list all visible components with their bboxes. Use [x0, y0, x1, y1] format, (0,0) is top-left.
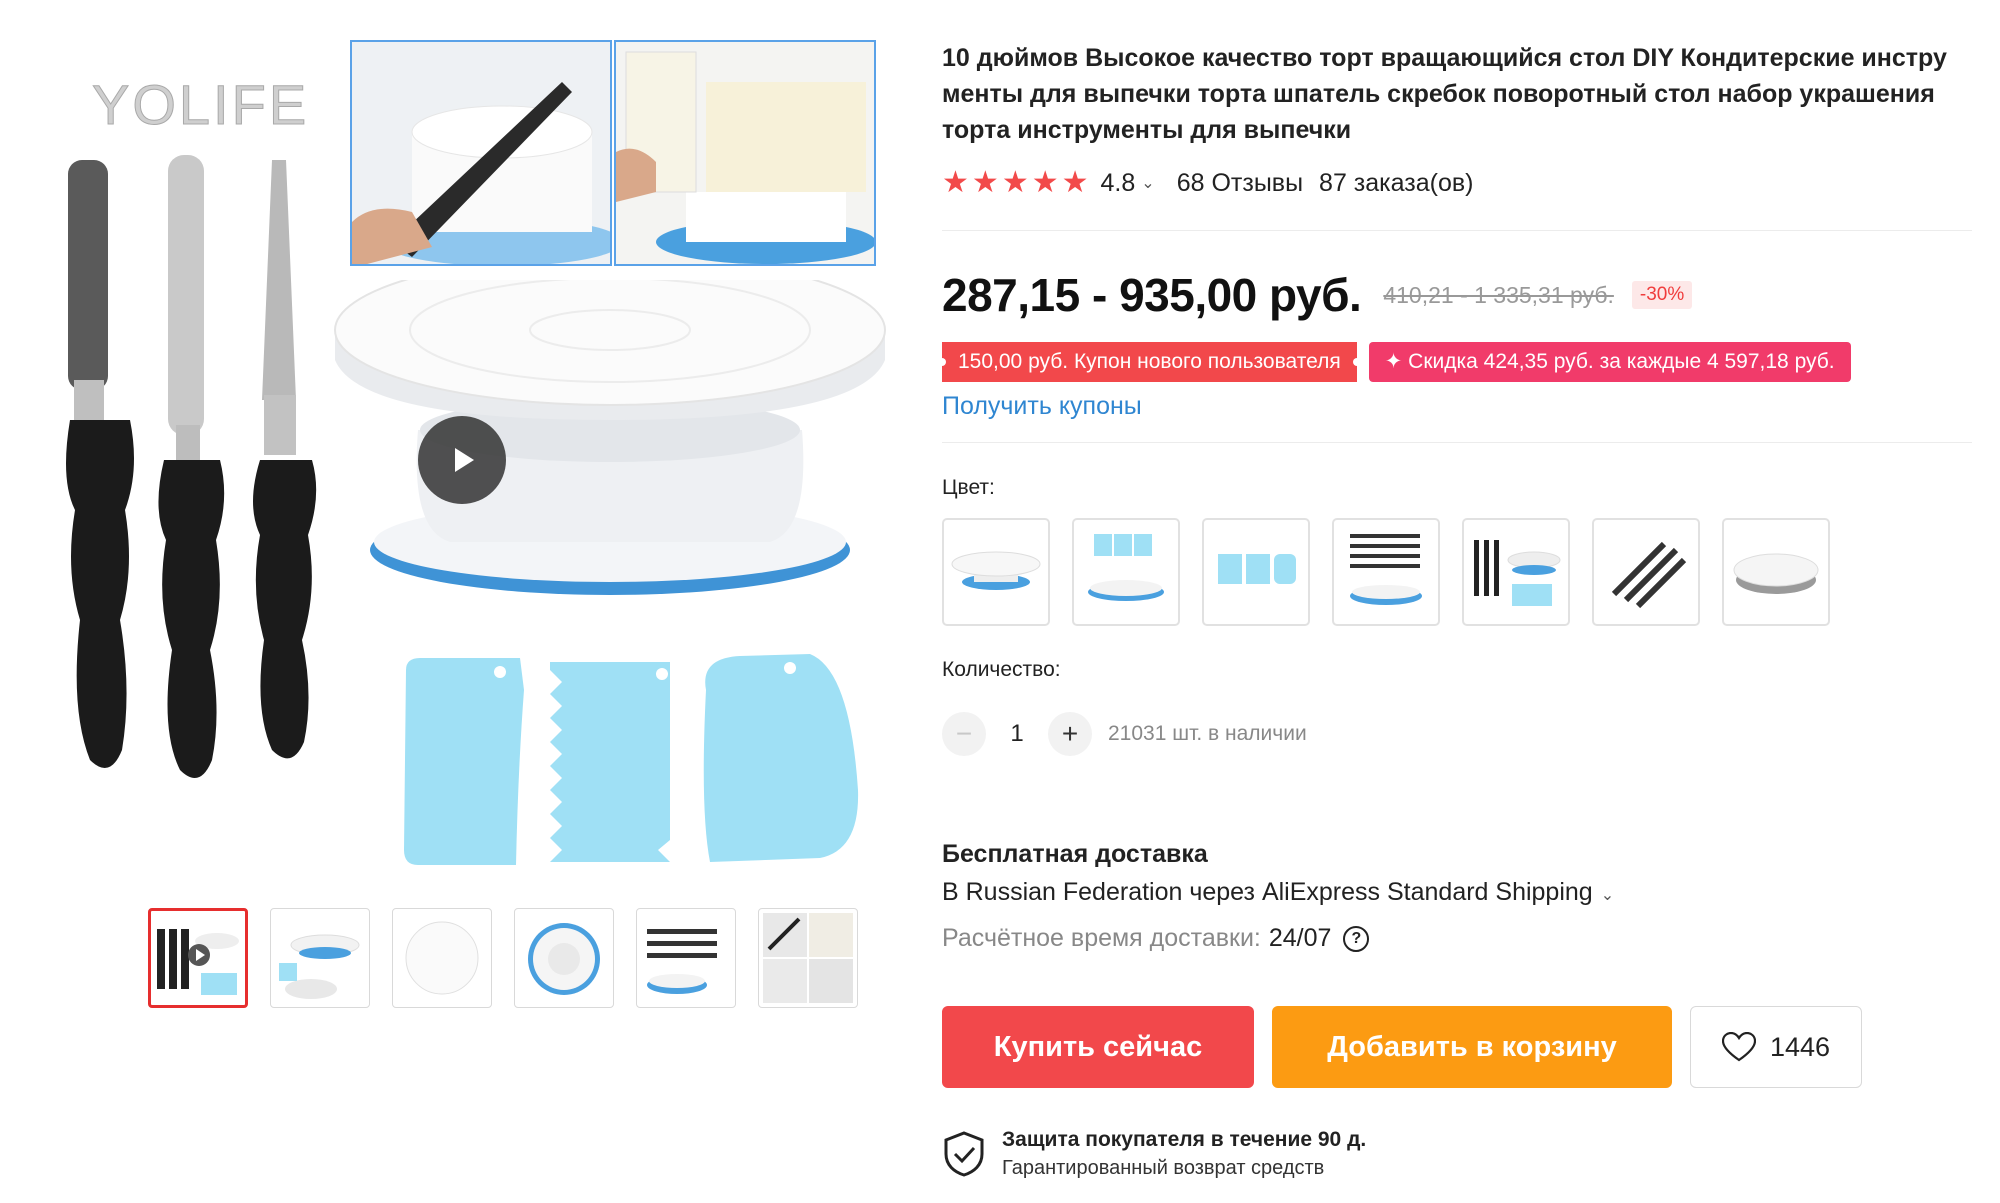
product-gallery: YOLIFE: [40, 30, 890, 1010]
color-option-scrapers-turntable[interactable]: [1072, 518, 1180, 626]
store-discount-coupon[interactable]: ✦ Скидка 424,35 руб. за каждые 4 597,18 …: [1368, 342, 1851, 382]
color-options: [942, 518, 1830, 626]
turntable-illustration: [334, 280, 886, 595]
color-option-full-set[interactable]: [1462, 518, 1570, 626]
thumbnail-4[interactable]: [514, 908, 614, 1008]
rating-stars: ★ ★ ★ ★ ★: [942, 168, 1089, 198]
inset-image-spreading: [350, 40, 612, 266]
shipping-title: Бесплатная доставка: [942, 840, 1208, 868]
price-row: 287,15 - 935,00 руб. 410,21 - 1 335,31 р…: [942, 268, 1693, 322]
brand-watermark: YOLIFE: [91, 73, 310, 137]
scrapers-illustration: [404, 654, 859, 865]
rating-value[interactable]: 4.8: [1101, 169, 1136, 198]
wishlist-count: 1446: [1769, 1031, 1831, 1062]
quantity-stepper: − + 21031 шт. в наличии: [942, 712, 1307, 756]
quantity-label: Количество:: [942, 658, 1061, 681]
purchase-actions: Купить сейчас Добавить в корзину 1446: [942, 1006, 1862, 1088]
color-label: Цвет:: [942, 476, 995, 499]
delivery-estimate-date: 24/07: [1268, 924, 1332, 952]
spatulas-illustration: [66, 155, 317, 778]
chevron-down-icon: ⌄: [1600, 887, 1615, 904]
color-option-scrapers[interactable]: [1202, 518, 1310, 626]
star-icon: ★: [971, 166, 999, 199]
shield-check-icon: [944, 1131, 984, 1177]
thumbnail-3[interactable]: [392, 908, 492, 1008]
play-icon: [455, 448, 474, 472]
color-option-turntable-grey[interactable]: [1722, 518, 1830, 626]
delivery-estimate: Расчётное время доставки: 24/07 ?: [942, 924, 1370, 953]
thumbnail-1[interactable]: [148, 908, 248, 1008]
wishlist-button[interactable]: 1446: [1690, 1006, 1862, 1088]
quantity-increase-button[interactable]: +: [1048, 712, 1092, 756]
thumbnail-strip: [108, 908, 858, 1012]
current-price: 287,15 - 935,00 руб.: [942, 269, 1362, 321]
product-info: 10 дюймов Высокое качество торт вращающи…: [938, 40, 1972, 1179]
coupons-row: 150,00 руб. Купон нового пользователя ✦ …: [938, 342, 1851, 382]
delivery-estimate-label: Расчётное время доставки:: [942, 924, 1261, 952]
buy-now-button[interactable]: Купить сейчас: [942, 1006, 1254, 1088]
chevron-down-icon[interactable]: ⌄: [1141, 173, 1154, 193]
shipping-method-selector[interactable]: В Russian Federation через AliExpress St…: [942, 878, 1636, 907]
product-title: 10 дюймов Высокое качество торт вращающи…: [942, 44, 1947, 144]
plus-icon: +: [1061, 718, 1079, 749]
thumbnail-5[interactable]: [636, 908, 736, 1008]
orders-count: 87 заказа(ов): [1319, 168, 1474, 197]
heart-icon: [1721, 1032, 1756, 1062]
play-video-button[interactable]: [418, 416, 506, 504]
protection-subtitle: Гарантированный возврат средств: [1002, 1157, 1325, 1179]
shipping-method-text: В Russian Federation через AliExpress St…: [942, 878, 1593, 906]
get-coupons-link[interactable]: Получить купоны: [942, 392, 1142, 421]
quantity-input[interactable]: [986, 719, 1048, 749]
thumbnail-2[interactable]: [270, 908, 370, 1008]
protection-title: Защита покупателя в течение 90 д.: [1002, 1128, 1367, 1151]
divider: [942, 230, 1972, 231]
star-icon: ★: [1001, 166, 1029, 199]
old-price: 410,21 - 1 335,31 руб.: [1383, 281, 1614, 308]
star-icon: ★: [1031, 166, 1059, 199]
buyer-protection: Защита покупателя в течение 90 д. Гарант…: [942, 1126, 1366, 1182]
main-product-image[interactable]: YOLIFE: [40, 30, 890, 880]
thumbnail-6[interactable]: [758, 908, 858, 1008]
divider: [942, 442, 1972, 443]
minus-icon: −: [955, 718, 973, 749]
stock-available: 21031 шт. в наличии: [1108, 722, 1307, 745]
star-icon: ★: [942, 166, 969, 199]
color-option-spatulas[interactable]: [1592, 518, 1700, 626]
inset-image-scraping: [614, 40, 876, 266]
color-option-spatulas-turntable[interactable]: [1332, 518, 1440, 626]
help-icon[interactable]: ?: [1343, 925, 1370, 952]
reviews-link[interactable]: 68 Отзывы: [1177, 169, 1303, 198]
color-option-turntable[interactable]: [942, 518, 1050, 626]
star-icon: ★: [1061, 166, 1089, 199]
discount-badge: -30%: [1631, 281, 1693, 309]
rating-row: ★ ★ ★ ★ ★ 4.8 ⌄ 68 Отзывы 87 заказа(ов): [942, 168, 1473, 198]
new-user-coupon[interactable]: 150,00 руб. Купон нового пользователя: [938, 342, 1361, 382]
quantity-decrease-button[interactable]: −: [942, 712, 986, 756]
add-to-cart-button[interactable]: Добавить в корзину: [1272, 1006, 1672, 1088]
